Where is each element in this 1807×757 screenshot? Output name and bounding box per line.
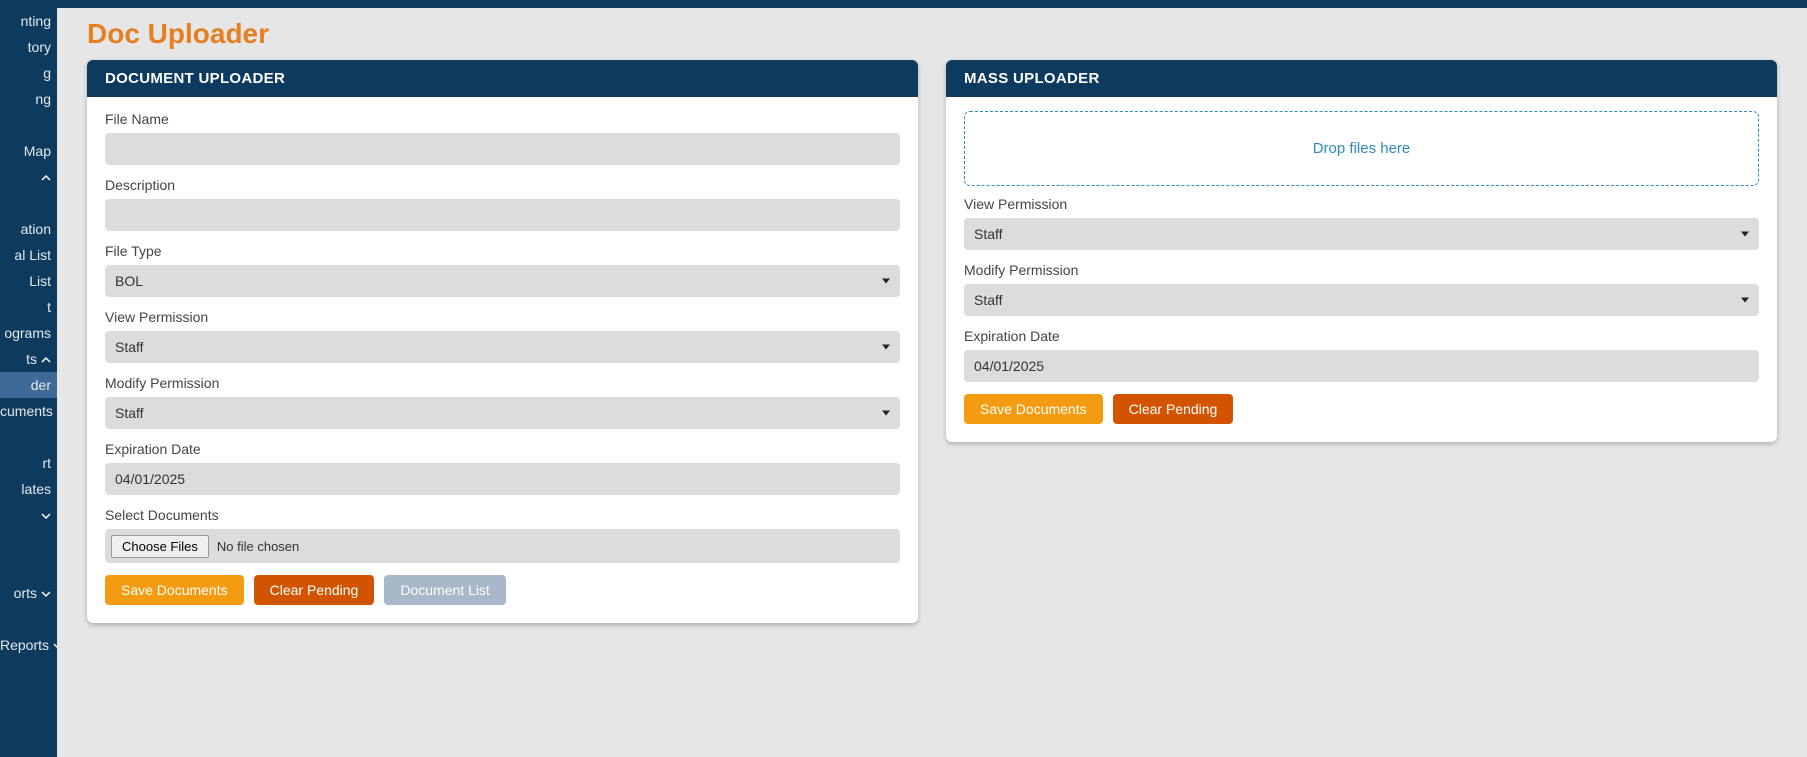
expiration-label: Expiration Date — [105, 441, 900, 457]
sidebar-item-label: Reports — [0, 637, 49, 653]
sidebar-item-label: ograms — [4, 325, 51, 341]
sidebar-item[interactable]: al List — [0, 242, 57, 268]
sidebar-item[interactable]: Map — [0, 138, 57, 164]
mass-save-documents-button[interactable]: Save Documents — [964, 394, 1103, 424]
dropzone[interactable]: Drop files here — [964, 111, 1759, 186]
sidebar-item-label: nting — [21, 13, 51, 29]
top-bar — [0, 0, 1807, 8]
sidebar-item-label: cuments — [0, 403, 53, 419]
sidebar-item[interactable] — [0, 606, 57, 632]
sidebar-item[interactable]: ng — [0, 86, 57, 112]
sidebar-item[interactable]: ograms — [0, 320, 57, 346]
caret-down-icon — [882, 411, 890, 416]
description-input[interactable] — [105, 199, 900, 231]
file-name-label: File Name — [105, 111, 900, 127]
sidebar-item-label: orts — [14, 585, 37, 601]
mass-modify-permission-select[interactable]: Staff — [964, 284, 1759, 316]
sidebar-item[interactable]: cuments — [0, 398, 57, 424]
mass-modify-permission-value: Staff — [974, 292, 1003, 308]
chevron-down-icon — [41, 587, 51, 601]
sidebar-item[interactable] — [0, 190, 57, 216]
sidebar-item[interactable]: der — [0, 372, 57, 398]
caret-down-icon — [882, 345, 890, 350]
sidebar-item[interactable]: tory — [0, 34, 57, 60]
sidebar-item[interactable] — [0, 528, 57, 554]
save-documents-button[interactable]: Save Documents — [105, 575, 244, 605]
document-uploader-panel: DOCUMENT UPLOADER File Name Description … — [87, 60, 918, 623]
mass-expiration-input[interactable] — [964, 350, 1759, 382]
sidebar-item-label: lates — [21, 481, 51, 497]
mass-uploader-panel: MASS UPLOADER Drop files here View Permi… — [946, 60, 1777, 442]
sidebar-item[interactable]: nting — [0, 8, 57, 34]
modify-permission-label: Modify Permission — [105, 375, 900, 391]
sidebar-item-label: List — [29, 273, 51, 289]
mass-uploader-header: MASS UPLOADER — [946, 60, 1777, 97]
sidebar-item-label: ng — [35, 91, 51, 107]
mass-modify-permission-label: Modify Permission — [964, 262, 1759, 278]
sidebar-item-label: t — [47, 299, 51, 315]
mass-expiration-label: Expiration Date — [964, 328, 1759, 344]
sidebar-item[interactable]: lates — [0, 476, 57, 502]
sidebar-item[interactable]: Reports — [0, 632, 57, 658]
sidebar-item[interactable]: orts — [0, 580, 57, 606]
mass-view-permission-value: Staff — [974, 226, 1003, 242]
sidebar-item-label: al List — [14, 247, 51, 263]
sidebar-item-label: g — [43, 65, 51, 81]
sidebar-item[interactable]: g — [0, 60, 57, 86]
sidebar-item[interactable]: List — [0, 268, 57, 294]
chevron-down-icon — [53, 639, 57, 653]
document-list-button[interactable]: Document List — [384, 575, 505, 605]
modify-permission-select[interactable]: Staff — [105, 397, 900, 429]
page-title: Doc Uploader — [87, 18, 1777, 50]
select-documents-label: Select Documents — [105, 507, 900, 523]
clear-pending-button[interactable]: Clear Pending — [254, 575, 375, 605]
modify-permission-value: Staff — [115, 405, 144, 421]
sidebar-item[interactable]: ts — [0, 346, 57, 372]
caret-down-icon — [1741, 298, 1749, 303]
caret-down-icon — [882, 279, 890, 284]
dropzone-text: Drop files here — [1313, 140, 1411, 157]
file-name-input[interactable] — [105, 133, 900, 165]
sidebar-item[interactable]: t — [0, 294, 57, 320]
file-type-select[interactable]: BOL — [105, 265, 900, 297]
caret-down-icon — [1741, 232, 1749, 237]
mass-clear-pending-button[interactable]: Clear Pending — [1113, 394, 1234, 424]
sidebar: nting tory g ng Map ation al List List t ograms ts… — [0, 8, 57, 757]
sidebar-item[interactable] — [0, 164, 57, 190]
expiration-input[interactable] — [105, 463, 900, 495]
sidebar-item[interactable] — [0, 112, 57, 138]
mass-view-permission-select[interactable]: Staff — [964, 218, 1759, 250]
view-permission-label: View Permission — [105, 309, 900, 325]
main-content: Doc Uploader DOCUMENT UPLOADER File Name… — [57, 8, 1807, 757]
chevron-up-icon — [41, 353, 51, 367]
chevron-down-icon — [41, 509, 51, 523]
chevron-up-icon — [41, 171, 51, 185]
sidebar-item[interactable]: rt — [0, 450, 57, 476]
sidebar-item[interactable] — [0, 554, 57, 580]
file-type-label: File Type — [105, 243, 900, 259]
sidebar-item-label: Map — [24, 143, 51, 159]
view-permission-select[interactable]: Staff — [105, 331, 900, 363]
sidebar-item[interactable]: ation — [0, 216, 57, 242]
sidebar-item-label: der — [31, 377, 51, 393]
sidebar-item-label: rt — [42, 455, 51, 471]
view-permission-value: Staff — [115, 339, 144, 355]
document-uploader-header: DOCUMENT UPLOADER — [87, 60, 918, 97]
file-type-value: BOL — [115, 273, 143, 289]
choose-files-button[interactable]: Choose Files — [111, 535, 209, 558]
sidebar-item-label: ation — [21, 221, 51, 237]
file-input[interactable]: Choose Files No file chosen — [105, 529, 900, 563]
sidebar-item[interactable] — [0, 502, 57, 528]
file-status: No file chosen — [217, 539, 299, 554]
mass-view-permission-label: View Permission — [964, 196, 1759, 212]
sidebar-item-label: tory — [28, 39, 51, 55]
sidebar-item-label: ts — [26, 351, 37, 367]
description-label: Description — [105, 177, 900, 193]
sidebar-item[interactable] — [0, 424, 57, 450]
